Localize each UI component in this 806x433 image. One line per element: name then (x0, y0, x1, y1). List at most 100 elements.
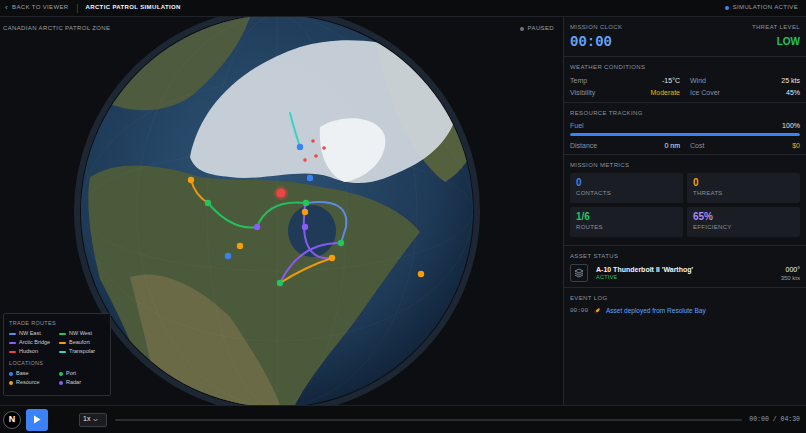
trade-route (290, 113, 300, 147)
metric-value: 0 (576, 177, 677, 189)
radar-dot (302, 224, 308, 230)
section-title: RESOURCE TRACKING (570, 109, 800, 117)
asset-dot (276, 188, 285, 197)
legend-label: Resource (16, 378, 40, 387)
threat-marker[interactable] (314, 154, 318, 158)
side-panel: MISSION CLOCK 00:00 THREAT LEVEL LOW WEA… (563, 17, 806, 405)
threat-label: THREAT LEVEL (752, 23, 800, 31)
legend-item: NW East (9, 329, 55, 338)
base-marker[interactable] (307, 175, 313, 181)
port-marker[interactable] (277, 280, 283, 286)
weather-item: Temp-15°C (570, 75, 680, 87)
legend-label: Transpolar (69, 347, 95, 356)
play-icon (33, 415, 41, 424)
radar-marker[interactable] (302, 224, 308, 230)
map-pane[interactable]: CANADIAN ARCTIC PATROL ZONE PAUSED TRADE… (0, 17, 563, 405)
threat-level: LOW (752, 34, 800, 50)
legend-item: Port (59, 369, 105, 378)
plains-land (130, 274, 280, 405)
asset-name: A-10 Thunderbolt II 'Warthog' (596, 265, 773, 274)
port-dot (205, 200, 211, 206)
playback-bar: N 1x 00:00 / 04:30 (0, 405, 806, 433)
weather-item-value: -15°C (662, 77, 680, 85)
log-time: 00:00 (570, 307, 588, 314)
point-layer (188, 139, 424, 286)
metric-label: ROUTES (576, 223, 677, 231)
resource-item: Distance0 nm (570, 141, 680, 151)
weather-item-value: Moderate (650, 89, 680, 97)
route-swatch (59, 333, 66, 335)
back-icon: ‹ (5, 4, 8, 12)
asset-marker[interactable] (274, 186, 288, 200)
trade-route (191, 180, 208, 203)
port-marker[interactable] (303, 200, 309, 206)
base-dot (297, 144, 303, 150)
metric-card: 0CONTACTS (570, 173, 683, 203)
speed-select[interactable]: 1x (79, 413, 107, 427)
sim-status: SIMULATION ACTIVE (725, 4, 798, 11)
asset-row[interactable]: A-10 Thunderbolt II 'Warthog' ACTIVE 000… (570, 264, 800, 282)
fuel-bar (570, 133, 800, 136)
north-america-land (88, 165, 420, 405)
log-section: EVENT LOG 00:00Asset deployed from Resol… (564, 288, 806, 319)
metric-grid: 0CONTACTS0THREATS1/6ROUTES65%EFFICIENCY (570, 173, 800, 237)
app-logo[interactable]: N (3, 411, 21, 429)
weather-grid: Temp-15°CWind25 ktsVisibilityModerateIce… (570, 75, 800, 99)
weather-item: VisibilityModerate (570, 87, 680, 99)
resource-grid: Distance0 nmCost$0 (570, 141, 800, 151)
fuel-label: Fuel (570, 121, 584, 131)
paused-dot-icon (520, 27, 524, 31)
paused-label: PAUSED (528, 25, 554, 32)
section-title: ASSET STATUS (570, 252, 800, 260)
back-label: BACK TO VIEWER (12, 4, 69, 11)
map-legend: TRADE ROUTES NW EastNW WestArctic Bridge… (3, 313, 111, 396)
divider (77, 4, 78, 13)
threat-marker[interactable] (311, 139, 315, 143)
radar-marker[interactable] (254, 224, 260, 230)
port-marker[interactable] (338, 240, 344, 246)
trade-route (306, 202, 346, 243)
legend-item: Arctic Bridge (9, 338, 55, 347)
resource-marker[interactable] (188, 177, 194, 183)
zone-label: CANADIAN ARCTIC PATROL ZONE (3, 25, 110, 32)
route-swatch (59, 342, 66, 344)
location-swatch (9, 381, 13, 385)
threat-marker[interactable] (322, 146, 326, 150)
mission-clock: 00:00 (570, 34, 622, 50)
trade-route (280, 258, 332, 283)
radar-dot (254, 224, 260, 230)
location-swatch (59, 381, 63, 385)
metric-value: 65% (693, 211, 794, 223)
metrics-section: MISSION METRICS 0CONTACTS0THREATS1/6ROUT… (564, 155, 806, 246)
metric-value: 1/6 (576, 211, 677, 223)
base-marker[interactable] (297, 144, 303, 150)
resource-item-label: Distance (570, 142, 597, 150)
threat-dot (322, 146, 326, 150)
threat-marker[interactable] (303, 158, 307, 162)
event-log: 00:00Asset deployed from Resolute Bay (570, 306, 800, 316)
resource-marker[interactable] (329, 255, 335, 261)
route-swatch (9, 342, 16, 344)
resource-marker[interactable] (237, 243, 243, 249)
timeline-track[interactable] (115, 419, 742, 421)
legend-item: Beaufort (59, 338, 105, 347)
weather-item-label: Ice Cover (690, 89, 720, 97)
port-dot (303, 200, 309, 206)
section-title: MISSION METRICS (570, 161, 800, 169)
asset-heading: 000° (781, 265, 800, 274)
play-button[interactable] (26, 409, 48, 431)
port-marker[interactable] (205, 200, 211, 206)
asset-status: ACTIVE (596, 274, 773, 281)
legend-label: Beaufort (69, 338, 90, 347)
base-marker[interactable] (225, 253, 231, 259)
asset-speed: 350 kts (781, 274, 800, 282)
legend-label: Hudson (19, 347, 38, 356)
resource-marker[interactable] (302, 209, 308, 215)
layers-icon (570, 264, 588, 282)
resource-marker[interactable] (418, 271, 424, 277)
log-entry: 00:00Asset deployed from Resolute Bay (570, 306, 800, 316)
clock-label: MISSION CLOCK (570, 23, 622, 31)
resource-section: RESOURCE TRACKING Fuel 100% Distance0 nm… (564, 103, 806, 155)
asset-section: ASSET STATUS A-10 Thunderbolt II 'Wartho… (564, 246, 806, 288)
back-link[interactable]: ‹ BACK TO VIEWER (5, 4, 69, 12)
